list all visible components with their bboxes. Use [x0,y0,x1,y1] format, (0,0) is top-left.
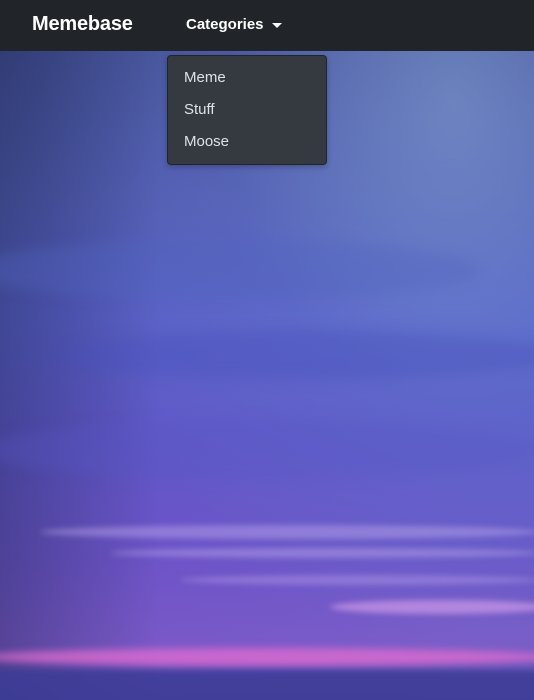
categories-label: Categories [186,16,264,33]
cloud-streak [110,548,534,558]
brand-link[interactable]: Memebase [32,13,133,36]
page: Memebase Categories Meme Stuff Moose [0,0,534,700]
cloud-streak [180,575,534,585]
horizon-band [0,670,534,700]
cloud-streak [60,330,534,380]
categories-dropdown-toggle[interactable]: Categories [186,16,282,33]
cloud-streak [40,525,534,539]
dropdown-item-meme[interactable]: Meme [168,62,326,94]
categories-dropdown-menu: Meme Stuff Moose [167,55,327,165]
dropdown-item-moose[interactable]: Moose [168,126,326,158]
cloud-streak [0,240,480,300]
dropdown-item-stuff[interactable]: Stuff [168,94,326,126]
caret-down-icon [271,22,282,28]
sunset-glow-band [0,648,534,666]
cloud-streak [330,600,534,614]
cloud-streak [0,420,534,480]
top-navbar: Memebase Categories [0,0,534,51]
